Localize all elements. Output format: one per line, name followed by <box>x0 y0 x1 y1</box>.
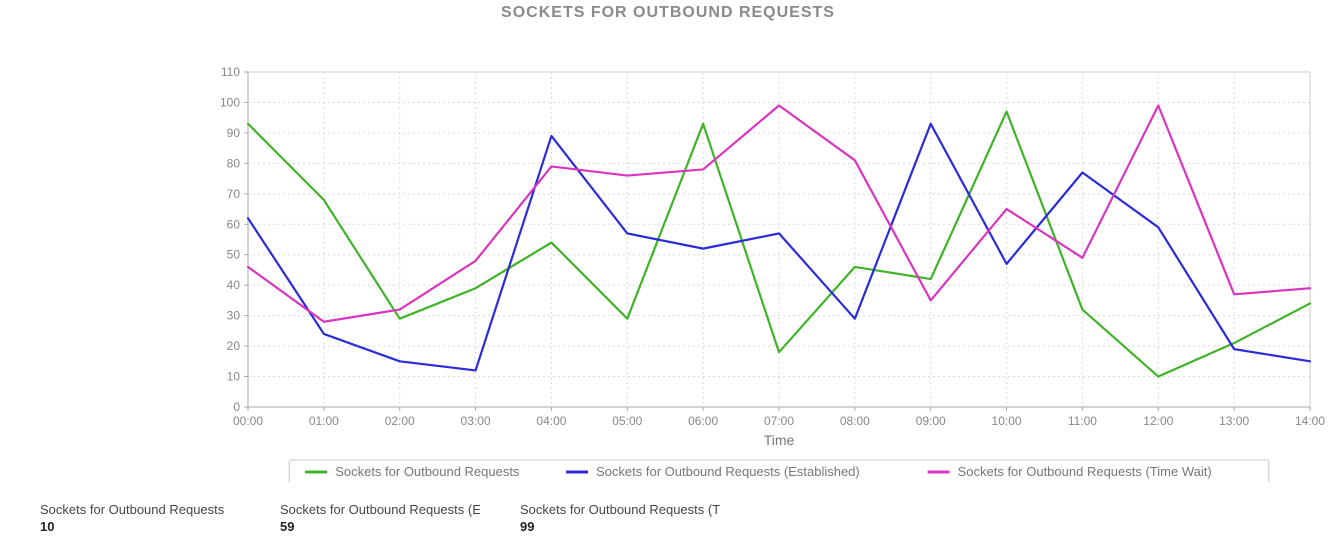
y-tick: 20 <box>227 339 241 353</box>
stat-card: Sockets for Outbound Requests 10 <box>40 502 240 534</box>
x-tick: 03:00 <box>461 414 491 428</box>
y-tick: 110 <box>221 65 240 79</box>
y-tick: 80 <box>227 156 241 170</box>
x-tick: 11:00 <box>1068 414 1097 428</box>
x-tick: 10:00 <box>992 414 1022 428</box>
stat-card: Sockets for Outbound Requests (Esta 59 <box>280 502 480 534</box>
x-tick: 04:00 <box>536 414 566 428</box>
y-tick: 10 <box>227 370 241 384</box>
x-tick: 06:00 <box>688 414 718 428</box>
y-tick: 0 <box>233 400 240 414</box>
y-tick: 50 <box>227 248 241 262</box>
stat-label: Sockets for Outbound Requests (Time <box>520 502 720 517</box>
legend-label[interactable]: Sockets for Outbound Requests (Establish… <box>596 464 860 479</box>
x-tick: 01:00 <box>309 414 339 428</box>
y-tick: 90 <box>227 126 241 140</box>
x-tick: 12:00 <box>1143 414 1173 428</box>
y-tick: 100 <box>220 95 240 109</box>
legend-label[interactable]: Sockets for Outbound Requests <box>335 464 520 479</box>
x-axis-label: Time <box>764 432 795 448</box>
chart-area: 0 10 20 30 40 50 60 70 80 90 100 110 00:00 01:00 02:00… <box>0 22 1336 482</box>
x-tick: 07:00 <box>764 414 794 428</box>
stat-label: Sockets for Outbound Requests <box>40 502 240 517</box>
y-tick: 60 <box>227 217 241 231</box>
stat-value: 99 <box>520 519 720 534</box>
stat-card: Sockets for Outbound Requests (Time 99 <box>520 502 720 534</box>
y-tick: 70 <box>227 187 241 201</box>
x-tick: 05:00 <box>612 414 642 428</box>
y-tick: 30 <box>227 309 241 323</box>
stat-value: 10 <box>40 519 240 534</box>
x-tick: 00:00 <box>233 414 263 428</box>
x-tick: 09:00 <box>916 414 946 428</box>
x-tick: 02:00 <box>385 414 415 428</box>
line-chart-svg: 0 10 20 30 40 50 60 70 80 90 100 110 00:00 01:00 02:00… <box>0 22 1336 482</box>
stats-row: Sockets for Outbound Requests 10 Sockets… <box>0 482 1336 534</box>
x-tick: 08:00 <box>840 414 870 428</box>
x-tick: 13:00 <box>1219 414 1249 428</box>
x-tick: 14:00 <box>1295 414 1325 428</box>
chart-title: SOCKETS FOR OUTBOUND REQUESTS <box>0 4 1336 22</box>
stat-label: Sockets for Outbound Requests (Esta <box>280 502 480 517</box>
stat-value: 59 <box>280 519 480 534</box>
legend-label[interactable]: Sockets for Outbound Requests (Time Wait… <box>958 464 1212 479</box>
series-line <box>248 112 1310 377</box>
y-tick: 40 <box>227 278 241 292</box>
